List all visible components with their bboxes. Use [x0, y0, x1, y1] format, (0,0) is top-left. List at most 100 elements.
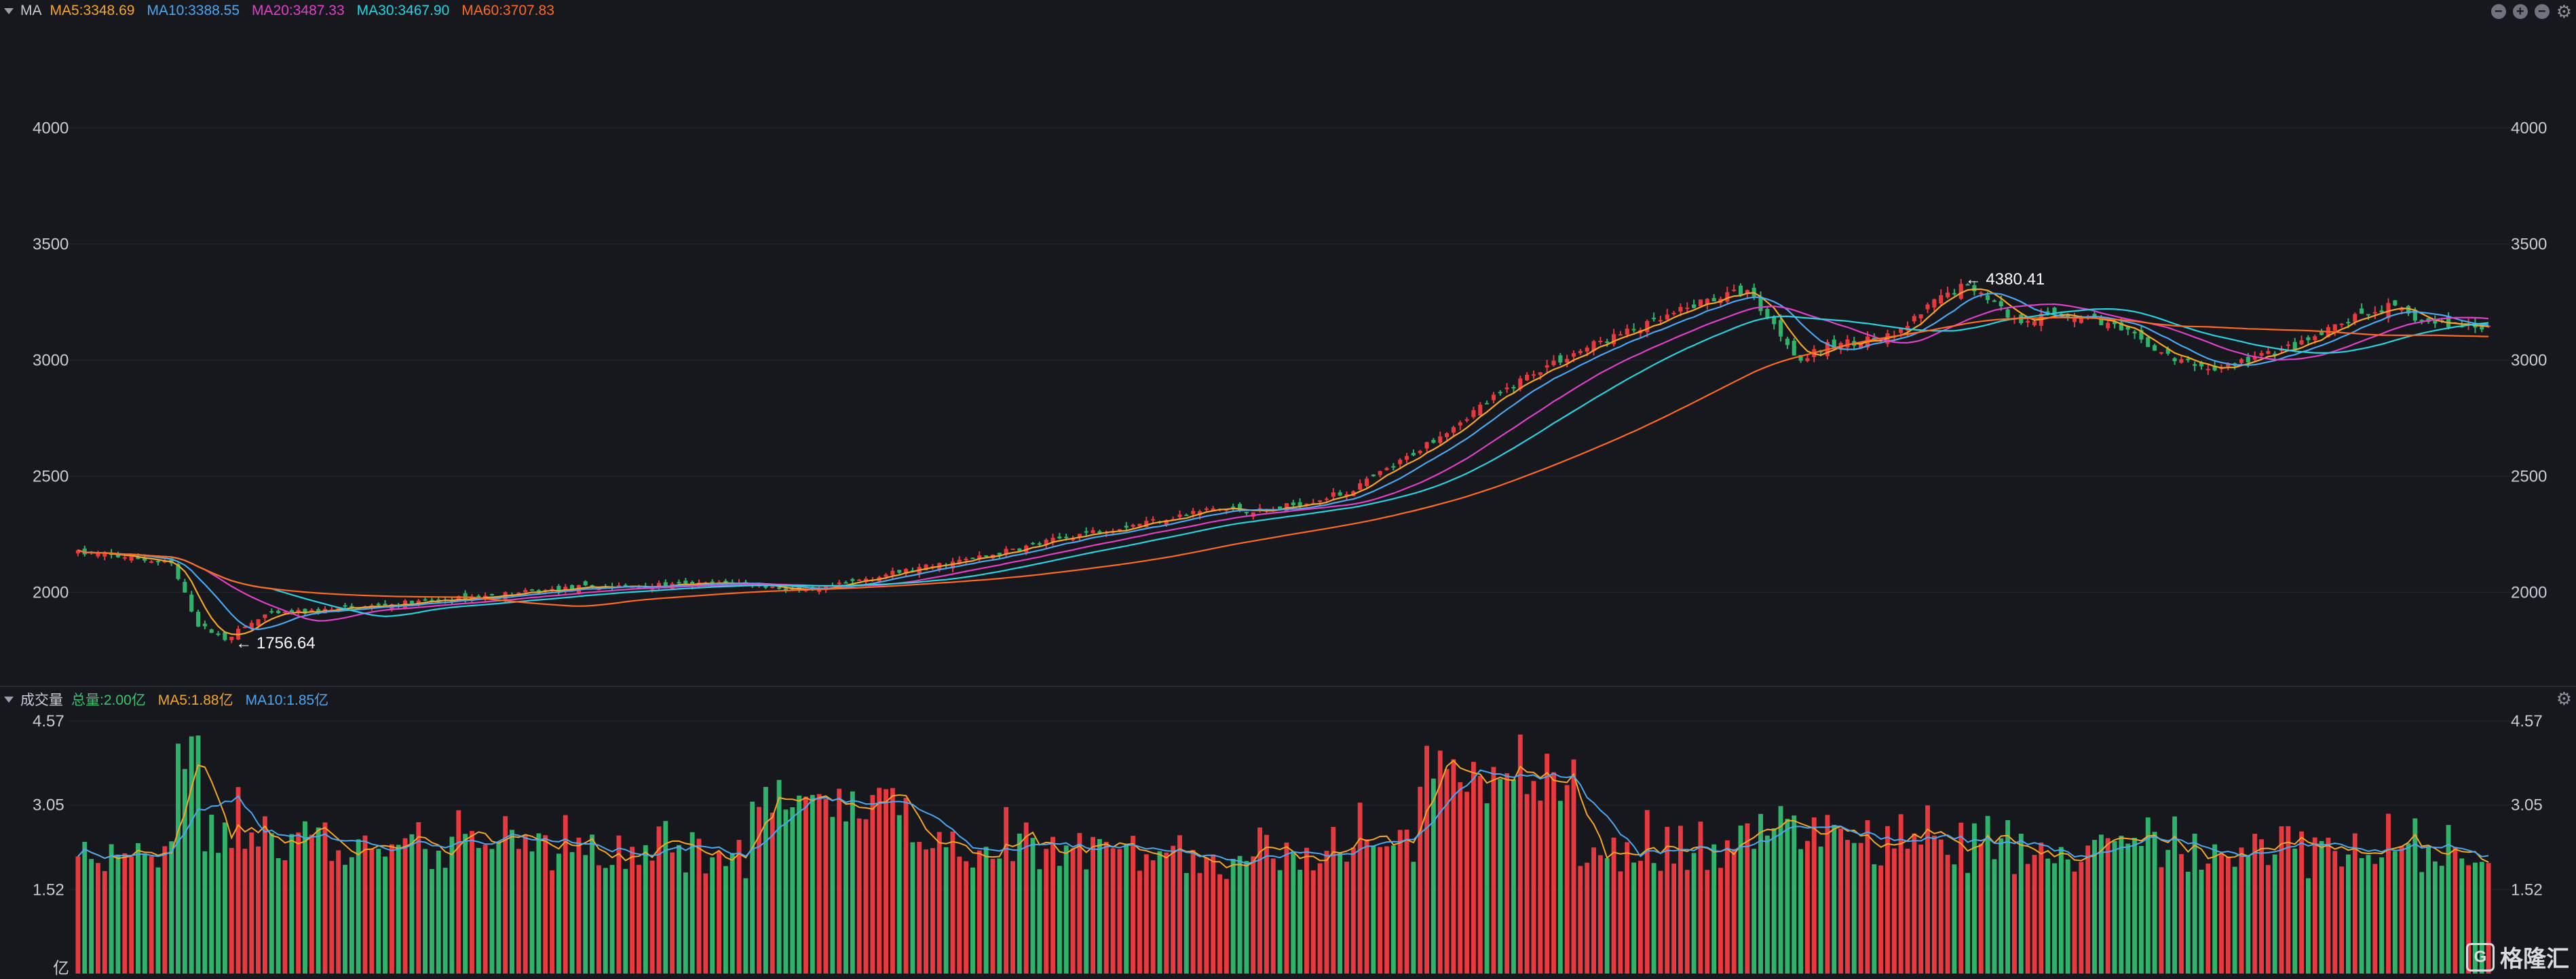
- candle-body: [2106, 322, 2110, 329]
- volume-bar: [743, 878, 749, 974]
- volume-bar: [2412, 818, 2418, 974]
- candle: [1952, 289, 1956, 296]
- volume-bar: [1658, 870, 1663, 974]
- candle: [489, 593, 495, 596]
- volume-toggle[interactable]: 成交量: [4, 689, 63, 709]
- volume-bar: [1651, 863, 1656, 974]
- volume-bar: [850, 791, 855, 974]
- volume-bar: [543, 835, 548, 974]
- minimize-icon[interactable]: −: [2490, 4, 2506, 19]
- candle-body: [2179, 359, 2184, 363]
- volume-bar: [2332, 851, 2338, 974]
- volume-bar: [683, 872, 688, 974]
- volume-bar: [2125, 843, 2131, 974]
- candle-body: [897, 570, 902, 573]
- volume-bar: [102, 871, 107, 974]
- candle: [2193, 361, 2197, 371]
- volume-bar: [1237, 855, 1243, 974]
- volume-bar: [2085, 845, 2091, 974]
- candle-body: [1658, 320, 1663, 322]
- candle: [1131, 523, 1135, 529]
- volume-bar: [2459, 858, 2465, 974]
- volume-bar: [776, 779, 782, 974]
- volume-bar: [596, 865, 601, 974]
- volume-bar: [936, 832, 942, 974]
- volume-bar: [242, 849, 248, 974]
- candle-body: [1458, 422, 1462, 426]
- volume-bar: [710, 857, 715, 974]
- volume-bar: [2138, 845, 2144, 974]
- candle-body: [1491, 394, 1496, 401]
- candle-body: [2366, 314, 2371, 316]
- gear-icon[interactable]: ⚙: [2556, 3, 2572, 20]
- candle: [189, 591, 194, 612]
- volume-bar: [2399, 846, 2404, 974]
- volume-bar: [1731, 849, 1737, 974]
- volume-bar: [536, 833, 542, 974]
- volume-bar: [2352, 833, 2357, 974]
- indicator-toggle[interactable]: MA: [4, 3, 42, 19]
- candle-body: [1946, 292, 1950, 297]
- volume-bar: [950, 831, 955, 974]
- candle-body: [256, 619, 261, 626]
- volume-bar: [1804, 841, 1810, 974]
- ma60-line: [77, 316, 2489, 607]
- candle-body: [1124, 525, 1129, 528]
- candle: [970, 557, 975, 559]
- volume-bar: [689, 832, 695, 974]
- volume-bar: [2025, 864, 2030, 974]
- candle: [2433, 315, 2438, 329]
- candle-body: [2239, 359, 2244, 363]
- volume-bar: [1898, 814, 1903, 974]
- volume-bar: [1458, 782, 1463, 974]
- volume-bar: [1444, 769, 1450, 974]
- candle-body: [1779, 320, 1783, 337]
- volume-bar: [1498, 779, 1503, 974]
- candle: [96, 550, 100, 559]
- volume-bar: [1678, 826, 1683, 974]
- candle-body: [1925, 304, 1930, 310]
- candle-body: [376, 604, 381, 606]
- volume-bar: [349, 857, 354, 974]
- volume-bar: [1538, 800, 1543, 974]
- volume-bar: [1277, 870, 1283, 974]
- candle-body: [1578, 350, 1583, 354]
- candle-body: [2153, 345, 2157, 351]
- zoom-out-icon[interactable]: −: [2534, 4, 2550, 19]
- volume-bar: [1825, 815, 1830, 974]
- candle-body: [269, 611, 274, 613]
- panel-divider[interactable]: [0, 686, 2576, 687]
- legend-vol-ma5: MA5:1.88亿: [157, 692, 233, 708]
- candle: [1504, 383, 1509, 393]
- candle: [1598, 337, 1603, 345]
- volume-bar: [2192, 833, 2197, 974]
- volume-bar: [1371, 845, 1376, 974]
- volume-bar: [470, 830, 474, 974]
- volume-chart[interactable]: 1.52 1.52 3.05 3.05 4.57 4.57 亿: [0, 710, 2576, 979]
- volume-bar: [896, 815, 902, 974]
- volume-bar: [576, 837, 582, 974]
- volume-bar: [396, 845, 401, 974]
- candle-body: [229, 636, 234, 640]
- volume-bar: [917, 842, 922, 974]
- volume-bar: [1171, 845, 1176, 974]
- candle-body: [2480, 326, 2484, 330]
- candle-body: [1478, 405, 1483, 416]
- volume-bar: [95, 863, 100, 974]
- volume-bar: [202, 851, 208, 974]
- volume-bar: [383, 856, 387, 974]
- zoom-in-icon[interactable]: +: [2512, 4, 2528, 19]
- price-chart[interactable]: 2000 2000 2500 2500 3000 3000 3500 3500 4000 4000…: [0, 22, 2576, 686]
- legend-vol-ma10: MA10:1.85亿: [245, 692, 329, 708]
- gear-icon[interactable]: ⚙: [2556, 690, 2572, 707]
- volume-bar: [1637, 860, 1643, 974]
- volume-bar: [2105, 838, 2110, 974]
- volume-bar: [2406, 843, 2411, 974]
- candle-body: [1958, 284, 1963, 299]
- volume-bar: [2185, 871, 2191, 974]
- candle-body: [964, 558, 968, 561]
- volume-bar: [750, 801, 755, 974]
- volume-bar: [609, 865, 615, 974]
- volume-bar: [1718, 868, 1723, 974]
- candle: [1478, 402, 1483, 416]
